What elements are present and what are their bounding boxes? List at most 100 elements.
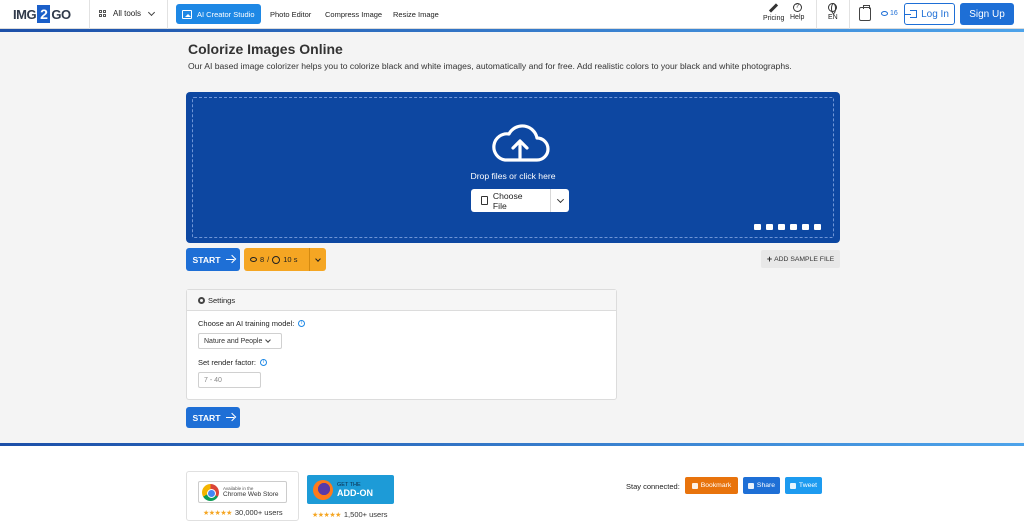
logo-text-go: GO [51, 6, 71, 22]
clipboard-icon[interactable] [814, 224, 821, 230]
gear-icon [198, 296, 205, 304]
page-subtitle: Our AI based image colorizer helps you t… [188, 61, 792, 71]
start-button[interactable]: START [186, 248, 240, 271]
language-selector[interactable]: EN [828, 3, 838, 21]
render-factor-input[interactable]: 7 - 40 [198, 372, 261, 388]
clock-icon [272, 255, 281, 264]
nav-compress-image[interactable]: Compress Image [325, 10, 382, 19]
cost-credits: 8 [260, 255, 265, 264]
chrome-users-count: 30,000+ users [234, 508, 283, 517]
chrome-badge-big: Chrome Web Store [223, 491, 279, 498]
tweet-button[interactable]: Tweet [785, 477, 822, 494]
chrome-icon [202, 483, 219, 501]
choose-file-divider [550, 189, 552, 212]
chevron-down-icon[interactable] [557, 195, 565, 203]
arrow-right-icon [225, 258, 234, 261]
header-divider [816, 0, 817, 29]
page-title: Colorize Images Online [188, 41, 343, 57]
star-icon [691, 482, 698, 489]
star-rating-icon: ★★★★★ [312, 511, 341, 519]
header-divider [89, 0, 90, 29]
all-tools-label: All tools [113, 9, 142, 18]
coins-icon [881, 11, 888, 16]
link-icon[interactable] [766, 224, 773, 230]
nav-resize-image[interactable]: Resize Image [393, 10, 439, 19]
logo-text-2: 2 [37, 5, 51, 23]
addon-badge-big: ADD-ON [337, 487, 373, 498]
clipboard-history-icon[interactable] [859, 5, 871, 21]
arrow-right-icon [225, 416, 234, 419]
cloud-upload-icon [492, 124, 550, 162]
choose-file-label: Choose File [492, 190, 523, 211]
cost-dropdown-toggle[interactable] [310, 255, 326, 262]
firefox-addon-badge[interactable]: GET THE ADD-ON [307, 475, 394, 504]
model-select[interactable]: Nature and People [198, 333, 282, 349]
help-link[interactable]: ? Help [790, 3, 804, 21]
ai-creator-studio-label: AI Creator Studio [197, 9, 255, 19]
google-drive-icon[interactable] [778, 224, 785, 230]
info-icon[interactable]: i [298, 320, 306, 327]
model-label: Choose an AI training model: i [198, 319, 306, 328]
twitter-icon [789, 482, 796, 489]
star-rating-icon: ★★★★★ [203, 509, 232, 517]
share-label: Share [756, 482, 776, 489]
start-label: START [192, 254, 221, 265]
chrome-web-store-badge[interactable]: Available in the Chrome Web Store [198, 481, 287, 503]
bookmark-button[interactable]: Bookmark [685, 477, 738, 494]
footer: Available in the Chrome Web Store ★★★★★ … [0, 446, 1024, 521]
settings-panel: Settings Choose an AI training model: i … [186, 289, 617, 400]
chevron-down-icon [315, 255, 321, 262]
addon-users-count: 1,500+ users [343, 510, 388, 519]
plus-icon: + [766, 254, 773, 264]
facebook-icon [747, 482, 754, 489]
add-sample-file-button[interactable]: + ADD SAMPLE FILE [761, 250, 840, 268]
login-icon [905, 10, 918, 18]
language-label: EN [828, 14, 838, 21]
chevron-down-icon [147, 8, 156, 16]
signup-button[interactable]: Sign Up [960, 3, 1014, 25]
bookmark-label: Bookmark [700, 482, 732, 489]
start-button-bottom[interactable]: START [186, 407, 240, 428]
header-divider [849, 0, 850, 29]
model-label-text: Choose an AI training model: [198, 319, 295, 328]
start-label: START [192, 412, 221, 423]
pricing-link[interactable]: Pricing [763, 3, 784, 22]
all-tools-menu[interactable]: All tools [99, 8, 156, 18]
cost-info: 8 / 10 s [244, 255, 309, 264]
coins-icon [250, 257, 257, 262]
onedrive-icon[interactable] [790, 224, 797, 230]
dropzone-border: Drop files or click here Choose File [192, 97, 834, 238]
settings-title: Settings [208, 295, 236, 305]
folder-icon[interactable] [754, 224, 761, 230]
file-icon [481, 196, 488, 205]
pricing-label: Pricing [763, 15, 785, 22]
choose-file-button[interactable]: Choose File [471, 189, 569, 212]
addon-users: ★★★★★ 1,500+ users [312, 510, 387, 519]
render-factor-label-text: Set render factor: [198, 358, 256, 367]
file-dropzone[interactable]: Drop files or click here Choose File [186, 92, 840, 243]
header-divider [167, 0, 168, 29]
credits-counter[interactable]: 16 [881, 10, 898, 17]
firefox-icon [313, 479, 333, 500]
add-sample-label: ADD SAMPLE FILE [774, 255, 835, 263]
chrome-extension-card[interactable]: Available in the Chrome Web Store ★★★★★ … [186, 471, 299, 521]
stay-connected-label: Stay connected: [626, 482, 680, 491]
render-factor-label: Set render factor: i [198, 358, 267, 367]
top-header: IMG 2 GO All tools AI Creator Studio Photo… [0, 0, 1024, 29]
cost-indicator[interactable]: 8 / 10 s [244, 248, 326, 271]
credits-count: 16 [890, 10, 898, 17]
tag-icon [769, 3, 779, 13]
grid-icon [99, 9, 107, 18]
ai-creator-studio-button[interactable]: AI Creator Studio [176, 4, 261, 24]
site-logo[interactable]: IMG 2 GO [13, 5, 71, 23]
image-sparkle-icon [182, 9, 192, 19]
info-icon[interactable]: i [259, 359, 267, 366]
nav-photo-editor[interactable]: Photo Editor [270, 10, 311, 19]
help-icon: ? [792, 3, 802, 12]
logo-text-img: IMG [13, 6, 37, 22]
dropbox-icon[interactable] [802, 224, 809, 230]
share-button[interactable]: Share [743, 477, 780, 494]
login-button[interactable]: Log In [904, 3, 955, 25]
header-accent-bar [0, 29, 1024, 32]
dropzone-text: Drop files or click here [470, 171, 556, 181]
